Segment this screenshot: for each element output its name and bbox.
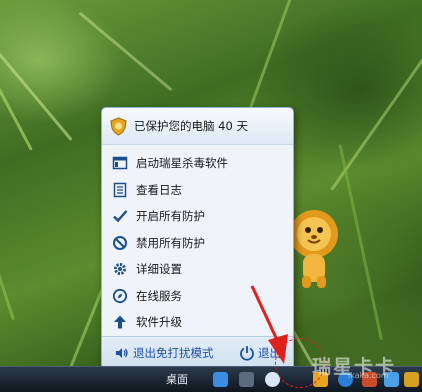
- menu-item-launch[interactable]: 启动瑞星杀毒软件: [102, 150, 293, 177]
- protection-days-text: 已保护您的电脑 40 天: [134, 119, 248, 133]
- watermark-url: ikaka.com: [348, 371, 389, 380]
- speaker-icon: [116, 348, 128, 358]
- shield-icon: [110, 116, 127, 136]
- grass-blade: [0, 129, 15, 321]
- menu-item-label: 开启所有防护: [136, 209, 205, 224]
- menu-item-label: 软件升级: [136, 315, 182, 330]
- menu-item-label: 禁用所有防护: [136, 235, 205, 250]
- grass-blade: [78, 11, 173, 92]
- rising-lion-mascot[interactable]: [288, 206, 340, 290]
- grass-blade: [0, 39, 73, 141]
- protection-status-header: 已保护您的电脑 40 天: [102, 108, 293, 145]
- lion-icon: [290, 210, 338, 288]
- menu-item-enable-protection[interactable]: 开启所有防护: [102, 203, 293, 230]
- menu-item-label: 启动瑞星杀毒软件: [136, 156, 228, 171]
- menu-item-view-log[interactable]: 查看日志: [102, 177, 293, 204]
- menu-item-label: 详细设置: [136, 262, 182, 277]
- menu-item-settings[interactable]: 详细设置: [102, 256, 293, 283]
- forbid-icon: [112, 235, 128, 251]
- check-icon: [112, 208, 128, 224]
- gear-icon: [112, 261, 128, 277]
- menu-item-label: 在线服务: [136, 288, 182, 303]
- tray-app-icon-4[interactable]: [404, 372, 419, 387]
- up-arrow-icon: [112, 314, 128, 330]
- log-icon: [112, 182, 128, 198]
- network-icon[interactable]: [239, 372, 254, 387]
- desktop-toolbar-label[interactable]: 桌面: [166, 371, 188, 387]
- windows-icon[interactable]: [213, 372, 228, 387]
- window-icon: [112, 155, 128, 171]
- compass-icon: [112, 288, 128, 304]
- menu-item-disable-protection[interactable]: 禁用所有防护: [102, 230, 293, 257]
- exit-silent-mode-button[interactable]: 退出免打扰模式: [114, 345, 214, 361]
- grass-blade: [338, 144, 383, 341]
- exit-silent-mode-label: 退出免打扰模式: [133, 346, 214, 360]
- menu-item-label: 查看日志: [136, 182, 182, 197]
- grass-blade: [0, 8, 33, 151]
